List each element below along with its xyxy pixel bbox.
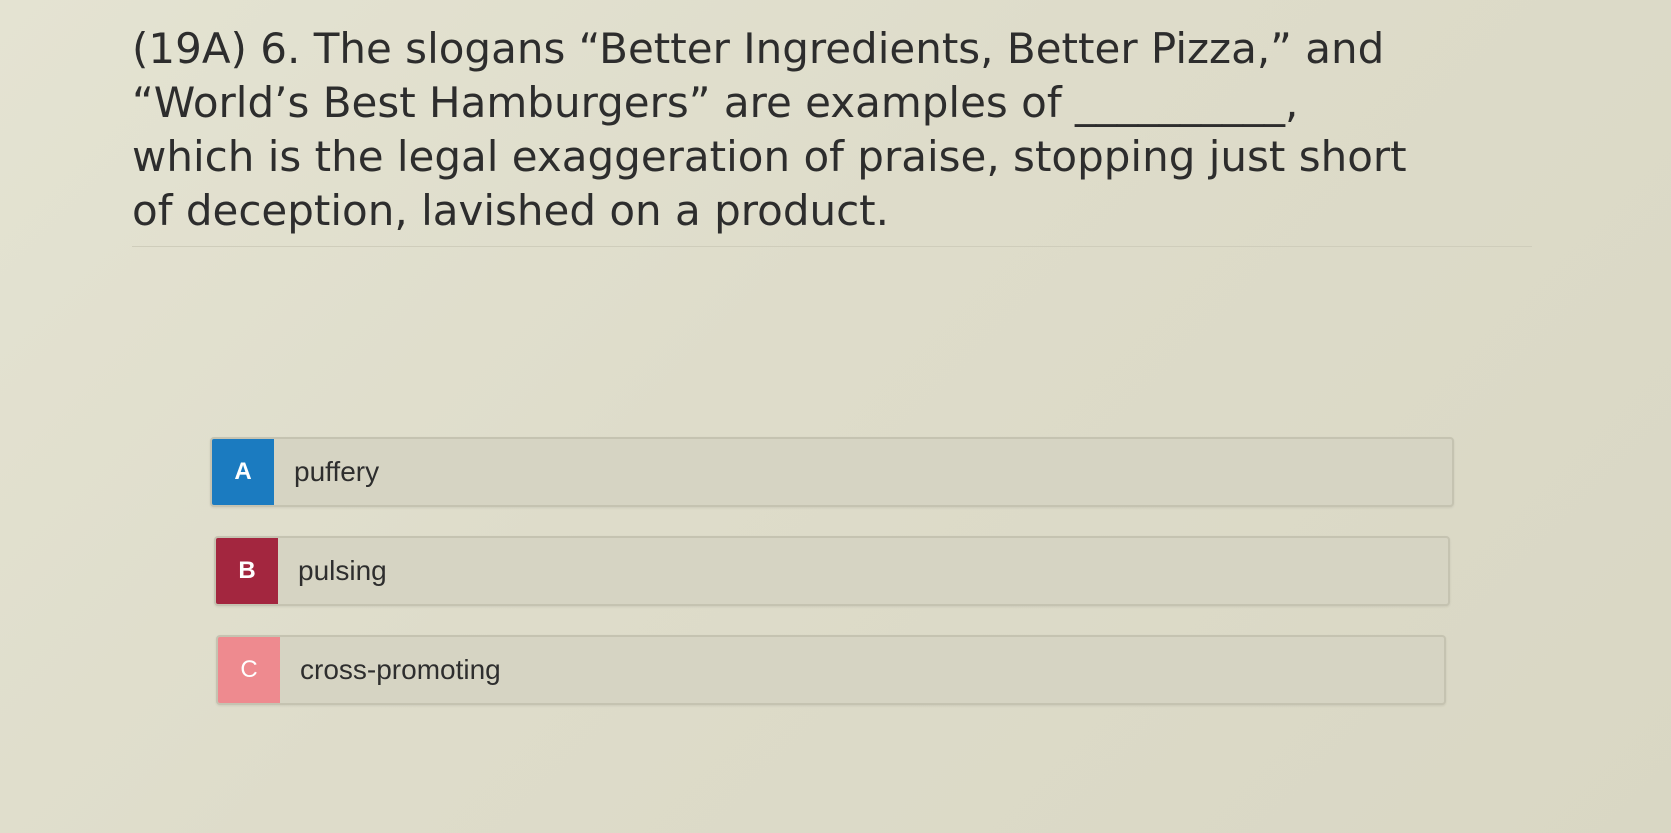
option-letter-a: A xyxy=(212,439,274,505)
option-letter-c: C xyxy=(218,637,280,703)
question-line: (19A) 6. The slogans “Better Ingredients… xyxy=(132,24,1385,73)
option-text-c: cross-promoting xyxy=(300,654,501,685)
answer-option-b[interactable]: B pulsing xyxy=(214,536,1450,606)
divider xyxy=(132,246,1532,247)
question-line: of deception, lavished on a product. xyxy=(132,186,890,235)
option-text-a: puffery xyxy=(294,456,380,487)
question-line: “World’s Best Hamburgers” are examples o… xyxy=(132,78,1299,127)
answer-option-c[interactable]: C cross-promoting xyxy=(216,635,1446,705)
question-line: which is the legal exaggeration of prais… xyxy=(132,132,1407,181)
option-letter-b: B xyxy=(216,538,278,604)
question-text: (19A) 6. The slogans “Better Ingredients… xyxy=(132,22,1532,238)
answer-option-a[interactable]: A puffery xyxy=(210,437,1454,507)
option-text-b: pulsing xyxy=(298,555,387,586)
